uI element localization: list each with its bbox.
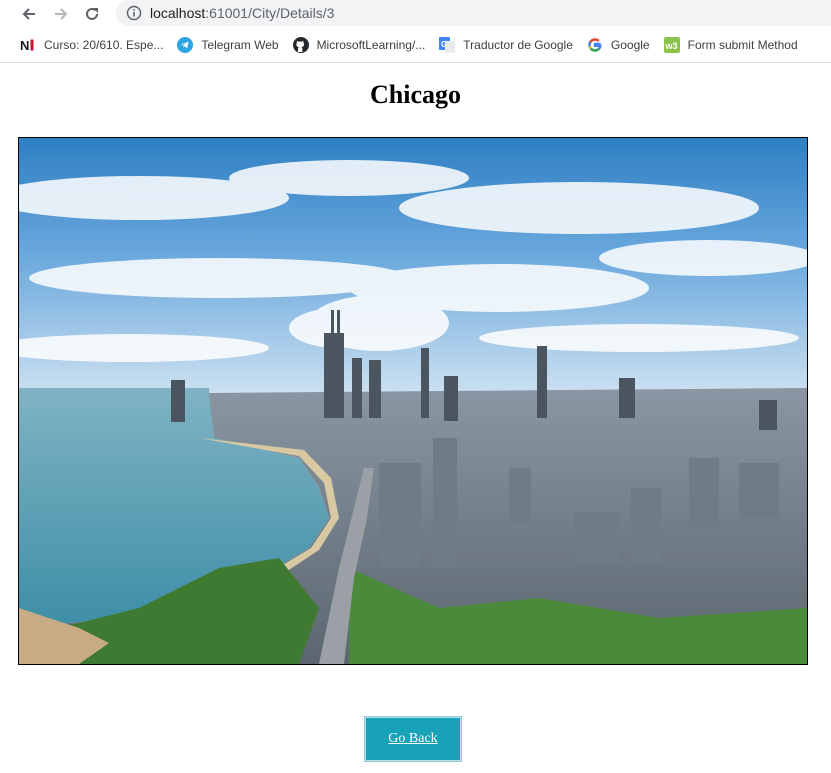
back-arrow-icon[interactable] <box>17 2 41 26</box>
bookmark-google-translate[interactable]: G Traductor de Google <box>433 31 581 59</box>
url-path: :61001/City/Details/3 <box>205 5 335 21</box>
bookmark-microsoft-learning[interactable]: MicrosoftLearning/... <box>287 31 434 59</box>
bookmark-form-submit[interactable]: w3 Form submit Method <box>658 31 806 59</box>
reload-icon[interactable] <box>80 2 104 26</box>
site-info-icon[interactable] <box>126 5 142 21</box>
telegram-icon <box>177 37 194 53</box>
page-title: Chicago <box>370 80 461 109</box>
url-host: localhost <box>150 5 206 21</box>
go-back-button[interactable]: Go Back <box>365 717 461 761</box>
svg-text:G: G <box>441 40 447 49</box>
bookmark-label: Form submit Method <box>687 38 798 52</box>
bookmark-label: Google <box>610 38 650 52</box>
bookmark-telegram[interactable]: Telegram Web <box>171 31 286 59</box>
bookmark-label: Curso: 20/610. Espe... <box>44 38 164 52</box>
forward-arrow-icon[interactable] <box>49 2 73 26</box>
bookmarks-bar: N Curso: 20/610. Espe... Telegram Web Mi… <box>0 28 831 63</box>
svg-text:w3: w3 <box>664 41 677 51</box>
google-icon <box>587 37 603 53</box>
svg-text:N: N <box>20 38 29 53</box>
chicago-skyline-image <box>19 138 807 664</box>
bookmark-label: MicrosoftLearning/... <box>316 38 426 52</box>
bookmark-curso[interactable]: N Curso: 20/610. Espe... <box>0 31 171 59</box>
city-photo <box>18 137 808 665</box>
address-bar[interactable]: localhost:61001/City/Details/3 <box>116 0 831 26</box>
github-icon <box>292 37 309 53</box>
google-translate-icon: G <box>439 37 456 53</box>
url-text[interactable]: localhost:61001/City/Details/3 <box>150 5 334 21</box>
browser-toolbar: localhost:61001/City/Details/3 <box>0 0 831 27</box>
bookmark-label: Traductor de Google <box>463 38 573 52</box>
bookmark-label: Telegram Web <box>201 38 279 52</box>
bookmark-google[interactable]: Google <box>581 31 658 59</box>
w3schools-icon: w3 <box>663 37 680 53</box>
ni-logo-icon: N <box>20 37 36 53</box>
